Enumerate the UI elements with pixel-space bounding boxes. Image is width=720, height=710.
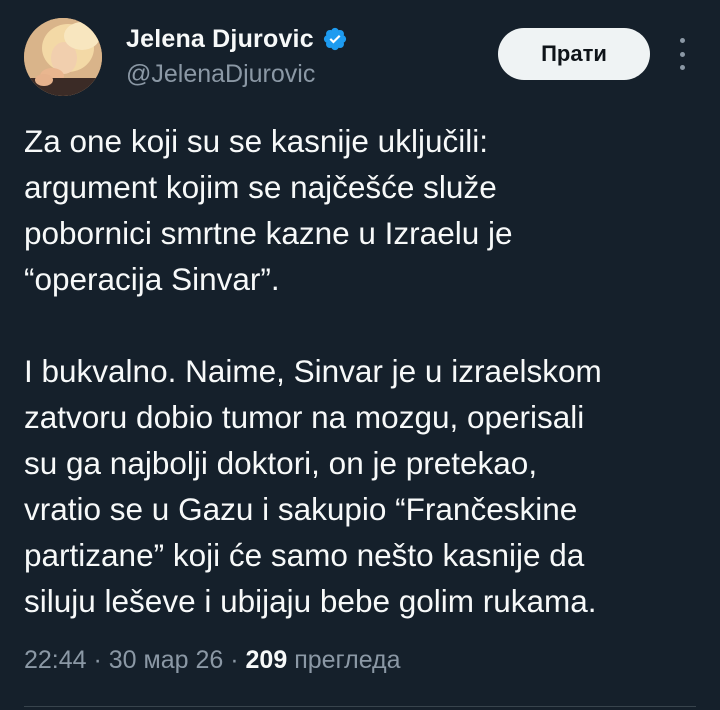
- views-label: прегледа: [294, 646, 401, 674]
- tweet-text: Za one koji su se kasnije uključili: arg…: [24, 123, 602, 619]
- avatar[interactable]: [24, 18, 102, 96]
- verified-badge-icon[interactable]: [322, 26, 348, 52]
- divider: [24, 706, 696, 707]
- tweet: Jelena Djurovic @JelenaDjurovic Прати Za…: [0, 0, 720, 710]
- tweet-date[interactable]: 30 мар 26: [109, 646, 224, 674]
- views-count: 209: [245, 646, 288, 674]
- tweet-header: Jelena Djurovic @JelenaDjurovic Прати: [24, 18, 696, 100]
- tweet-meta: 22:44 · 30 мар 26 · 209 прегледа: [24, 646, 401, 675]
- more-dot: [679, 65, 685, 70]
- follow-button[interactable]: Прати: [498, 28, 650, 80]
- display-name-row: Jelena Djurovic: [126, 24, 348, 54]
- tweet-time[interactable]: 22:44: [24, 646, 87, 674]
- meta-separator: ·: [86, 646, 109, 674]
- meta-separator: ·: [223, 646, 246, 674]
- more-dot: [679, 51, 685, 57]
- author-names: Jelena Djurovic @JelenaDjurovic: [126, 24, 348, 89]
- handle[interactable]: @JelenaDjurovic: [126, 60, 348, 89]
- more-vertical-icon[interactable]: [668, 38, 696, 70]
- avatar-image: [24, 18, 102, 96]
- more-dot: [679, 38, 685, 43]
- display-name[interactable]: Jelena Djurovic: [126, 25, 314, 54]
